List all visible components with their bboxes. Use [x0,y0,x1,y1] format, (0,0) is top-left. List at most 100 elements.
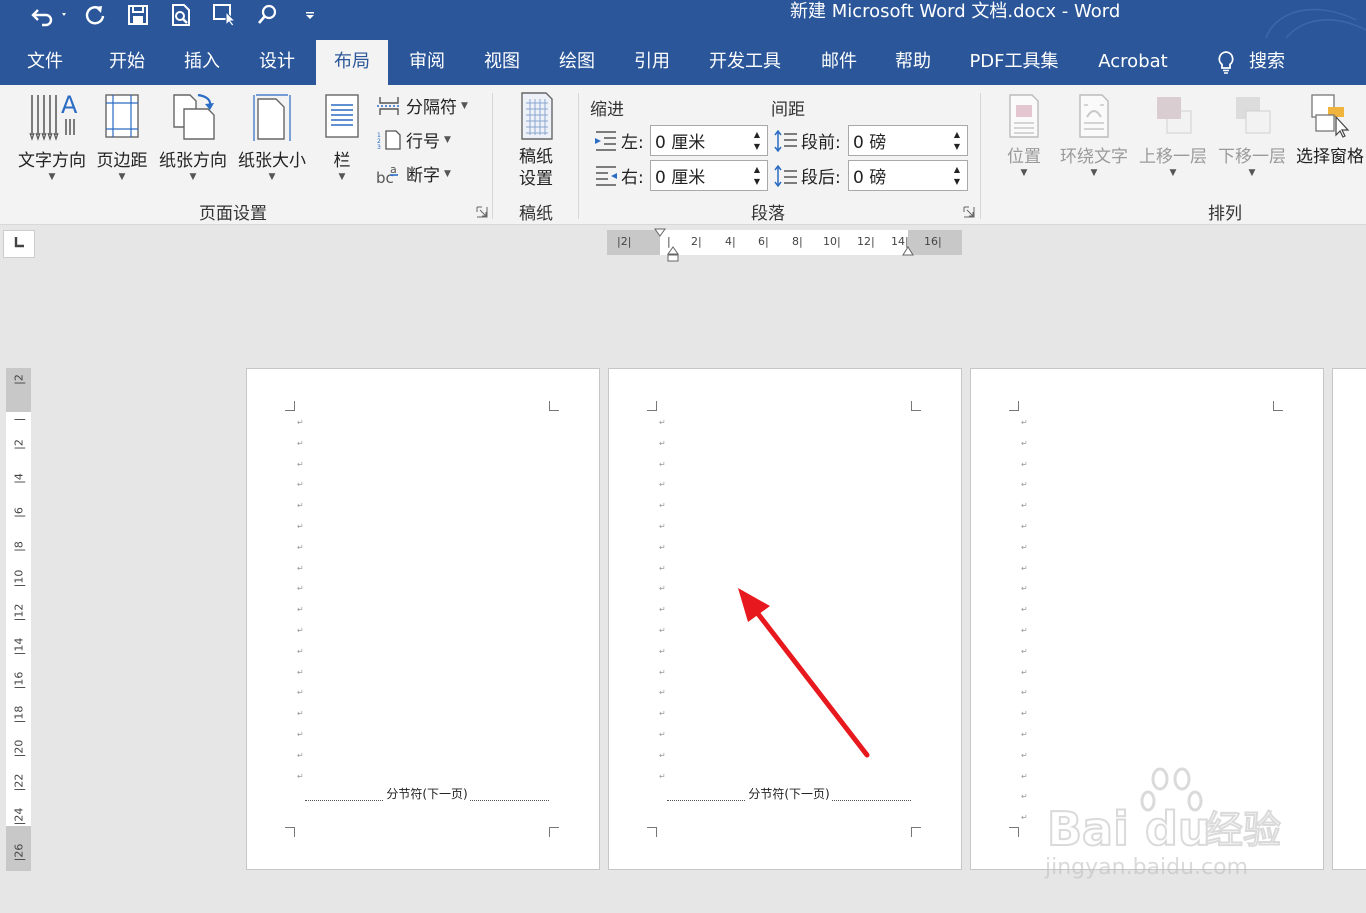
ruler-tick: |22 [12,773,26,792]
manuscript-settings-button[interactable]: 稿纸 设置 [508,91,564,190]
chevron-down-icon: ▼ [338,172,346,182]
ruler-tick: |24 [12,807,26,826]
svg-text:A: A [61,91,78,119]
ruler-tick: |16 [12,671,26,690]
tab-design[interactable]: 设计 [246,38,308,85]
print-preview-button[interactable] [168,0,194,30]
crop-mark [647,401,657,411]
document-page[interactable]: ↵ ↵ ↵ ↵ ↵ ↵ ↵ ↵ ↵ ↵ ↵ ↵ ↵ ↵ ↵ ↵ ↵ ↵ 分节符(下一页) [246,368,600,870]
horizontal-ruler[interactable]: |2| | 2| 4| 6| 8| 10| 12| 14| 16| [607,228,962,262]
group-separator [492,93,493,219]
document-title: 新建 Microsoft Word 文档.docx - Word [790,1,1121,22]
indent-left-spinner[interactable]: ▲▼ [650,125,768,156]
search-button[interactable] [254,0,280,30]
chevron-down-icon: ▼ [1169,168,1177,178]
hyphenation-label: 断字 [406,166,440,186]
tab-mailings[interactable]: 邮件 [808,38,870,85]
spacing-before-icon [774,129,797,152]
columns-button[interactable]: 栏 ▼ [320,91,364,182]
spacing-before-label: 段前: [801,133,841,153]
tab-home[interactable]: 开始 [96,38,158,85]
line-numbers-button[interactable]: 1 2 3 行号 ▼ [376,127,451,152]
paragraph-group-label: 段落 [751,204,785,224]
tab-acrobat[interactable]: Acrobat [1090,38,1176,85]
ruler-margin-left [607,230,660,255]
ruler-tick: 8| [792,235,803,248]
tab-selector[interactable] [3,230,35,258]
spin-up-icon[interactable]: ▲ [754,129,760,141]
indent-left-input[interactable] [651,130,749,151]
position-button[interactable]: 位置 ▼ [998,91,1050,178]
selection-pane-label: 选择窗格 [1296,147,1364,167]
spin-down-icon[interactable]: ▼ [954,141,960,153]
redo-button[interactable] [82,0,108,30]
lightbulb-icon [1218,50,1234,74]
chevron-down-icon: ▼ [1020,168,1028,178]
breaks-button[interactable]: 分隔符 ▼ [376,93,468,118]
tab-references[interactable]: 引用 [621,38,683,85]
paragraph-launcher-icon[interactable] [963,206,975,218]
spin-up-icon[interactable]: ▲ [754,164,760,176]
tab-view[interactable]: 视图 [471,38,533,85]
tab-file[interactable]: 文件 [14,38,76,85]
spin-down-icon[interactable]: ▼ [754,176,760,188]
hyphenation-button[interactable]: bc a 断字 ▼ [376,161,451,187]
spin-down-icon[interactable]: ▼ [954,176,960,188]
ruler-tick: |2| [617,235,632,248]
spacing-after-spinner[interactable]: ▲▼ [848,160,968,191]
spin-up-icon[interactable]: ▲ [954,129,960,141]
selection-pane-button[interactable]: 选择窗格 [1294,91,1366,168]
paper-size-label: 纸张大小 [238,151,306,171]
tab-developer[interactable]: 开发工具 [700,38,790,85]
spinner-arrows[interactable]: ▲ ▼ [749,126,765,155]
tab-draw[interactable]: 绘图 [546,38,608,85]
baidu-jingyan-watermark: Bai du 经验 jingyan.baidu.com [1045,765,1295,885]
spacing-title: 间距 [771,100,805,120]
spacing-after-input[interactable] [849,165,949,186]
tab-insert[interactable]: 插入 [171,38,233,85]
spin-down-icon[interactable]: ▼ [754,141,760,153]
spinner-arrows[interactable]: ▲ ▼ [749,161,765,190]
tab-help[interactable]: 帮助 [882,38,944,85]
customize-qat-button[interactable] [300,0,320,30]
send-backward-button[interactable]: 下移一层 ▼ [1215,91,1289,178]
indent-right-input[interactable] [651,165,749,186]
document-page-partial[interactable] [1332,368,1366,870]
right-indent-marker[interactable] [902,246,914,256]
text-direction-button[interactable]: A 文字方向 ▼ [12,91,92,182]
paper-size-button[interactable]: 纸张大小 ▼ [233,91,311,182]
left-indent-marker[interactable] [667,246,679,262]
ruler-tick: 6| [758,235,769,248]
undo-button[interactable] [28,0,72,30]
bring-forward-button[interactable]: 上移一层 ▼ [1136,91,1210,178]
save-icon [128,5,148,25]
vertical-ruler[interactable]: |2 | |2 |4 |6 |8 |10 |12 |14 |16 |18 |20… [6,368,31,871]
tab-review[interactable]: 审阅 [396,38,458,85]
position-icon [1009,94,1039,138]
touch-mode-button[interactable] [211,0,239,30]
ruler-tick: |6 [12,507,26,518]
hyphenation-icon: bc a [376,163,398,185]
first-line-indent-marker[interactable] [654,228,666,238]
arrange-group-label: 排列 [1208,204,1242,224]
orientation-button[interactable]: 纸张方向 ▼ [154,91,232,182]
svg-text:a: a [390,163,397,176]
tab-layout[interactable]: 布局 [316,40,388,85]
indent-right-spinner[interactable]: ▲▼ [650,160,768,191]
spacing-after-label-group: 段后: [774,163,841,188]
spinner-arrows[interactable]: ▲ ▼ [949,126,965,155]
tab-tell-me-search[interactable]: 搜索 [1206,38,1296,85]
wrap-text-button[interactable]: 环绕文字 ▼ [1057,91,1131,178]
send-backward-label: 下移一层 [1218,147,1286,167]
tab-pdf-tools[interactable]: PDF工具集 [962,38,1066,85]
spacing-before-input[interactable] [849,130,949,151]
spinner-arrows[interactable]: ▲ ▼ [949,161,965,190]
save-button[interactable] [125,0,151,30]
watermark-url: jingyan.baidu.com [1045,855,1249,880]
page-setup-launcher-icon[interactable] [476,206,488,218]
chevron-down-icon: ▼ [268,172,276,182]
spacing-before-spinner[interactable]: ▲▼ [848,125,968,156]
columns-label: 栏 [333,151,351,171]
margins-button[interactable]: 页边距 ▼ [92,91,152,182]
spin-up-icon[interactable]: ▲ [954,164,960,176]
